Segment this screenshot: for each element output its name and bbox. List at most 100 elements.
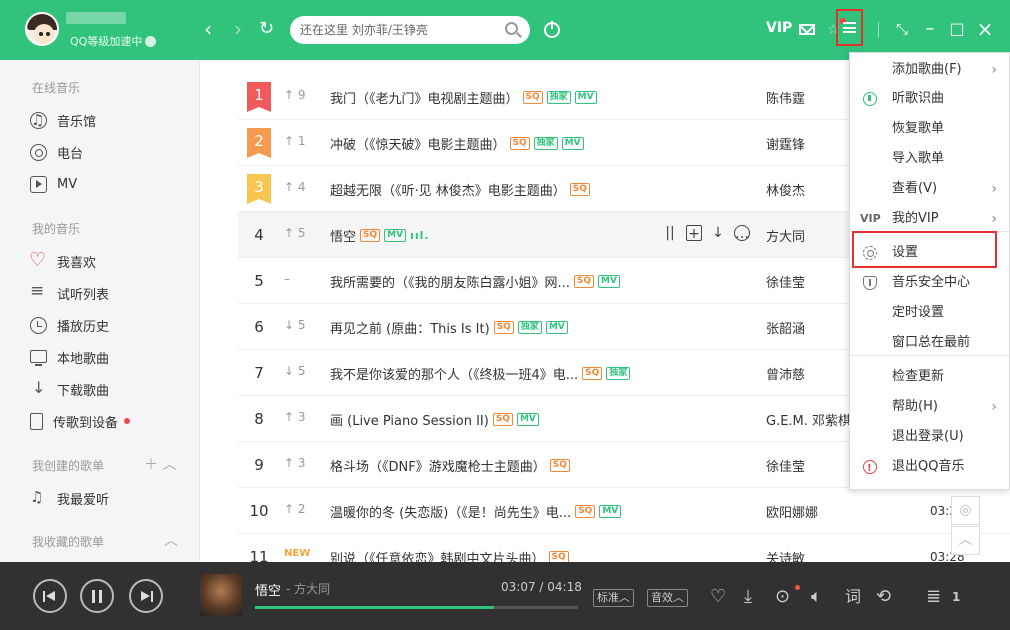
- next-button[interactable]: [129, 579, 163, 613]
- close-button[interactable]: ×: [975, 18, 995, 40]
- sidebar-item-music-hall[interactable]: 音乐馆: [30, 110, 96, 130]
- menu-item[interactable]: 听歌识曲: [850, 84, 1009, 114]
- song-title[interactable]: 我所需要的（《我的朋友陈白露小姐》网... SQ MV: [330, 272, 620, 291]
- singer-name[interactable]: 方大同: [766, 226, 805, 245]
- song-title[interactable]: 我门（《老九门》电视剧主题曲） SQ 独家 MV: [330, 88, 597, 107]
- back-button[interactable]: ‹: [204, 18, 212, 40]
- add-playlist-icon[interactable]: ＋: [144, 457, 158, 473]
- pause-icon[interactable]: ||: [662, 225, 678, 241]
- sidebar-item-transfer-device[interactable]: 传歌到设备: [30, 411, 131, 431]
- song-title-text[interactable]: 画 (Live Piano Session II): [330, 410, 489, 429]
- main-menu-button[interactable]: [836, 9, 863, 46]
- sidebar-item-favorites[interactable]: 我喜欢: [29, 249, 96, 271]
- sidebar-item-my-favorite-playlist[interactable]: 我最爱听: [30, 488, 109, 508]
- song-title-text[interactable]: 别说（《任意依恋》韩剧中文片头曲）: [330, 548, 545, 562]
- song-title[interactable]: 再见之前 (原曲：This Is It) SQ 独家 MV: [330, 318, 568, 337]
- maximize-button[interactable]: □: [947, 18, 967, 40]
- mv-badge[interactable]: MV: [574, 91, 597, 104]
- volume-icon[interactable]: 🔈︎: [811, 586, 822, 608]
- collapse-collected-icon[interactable]: ︿: [164, 530, 178, 550]
- user-avatar[interactable]: [25, 12, 59, 46]
- song-title-text[interactable]: 格斗场（《DNF》游戏魔枪士主题曲）: [330, 456, 546, 475]
- song-title-text[interactable]: 我门（《老九门》电视剧主题曲）: [330, 88, 519, 107]
- menu-item[interactable]: 导入歌单: [850, 144, 1009, 174]
- singer-name[interactable]: 林俊杰: [766, 180, 805, 199]
- mv-badge[interactable]: MV: [561, 137, 584, 150]
- sidebar-item-local-songs[interactable]: 本地歌曲: [30, 347, 109, 367]
- now-playing-title[interactable]: 悟空: [255, 580, 281, 599]
- table-row[interactable]: 10 ↑ 2 温暖你的冬 (失恋版)（《是！尚先生》电... SQ MV 欧阳娜娜: [238, 488, 1010, 534]
- download-icon[interactable]: ↓: [710, 225, 726, 241]
- song-title[interactable]: 温暖你的冬 (失恋版)（《是！尚先生》电... SQ MV: [330, 502, 622, 521]
- menu-item[interactable]: 音乐安全中心: [850, 268, 1009, 298]
- singer-name[interactable]: 张韶涵: [766, 318, 805, 337]
- menu-item[interactable]: 窗口总在最前: [850, 328, 1009, 358]
- menu-item[interactable]: 添加歌曲(F) ›: [850, 55, 1009, 85]
- menu-item[interactable]: 恢复歌单: [850, 114, 1009, 144]
- table-row[interactable]: 11 NEW 别说（《任意依恋》韩剧中文片头曲） SQ 关诗敏: [238, 534, 1010, 562]
- forward-button[interactable]: ›: [234, 18, 242, 40]
- singer-name[interactable]: 曾沛慈: [766, 364, 805, 383]
- singer-name[interactable]: 谢霆锋: [766, 134, 805, 153]
- queue-icon[interactable]: ≣: [926, 586, 941, 608]
- menu-item[interactable]: 定时设置: [850, 298, 1009, 328]
- mv-badge[interactable]: MV: [545, 321, 568, 334]
- locate-playing-button[interactable]: ◎: [951, 496, 980, 525]
- album-cover[interactable]: [200, 574, 242, 616]
- song-title-text[interactable]: 冲破（《惊天破》电影主题曲）: [330, 134, 506, 153]
- mv-badge[interactable]: MV: [598, 275, 620, 288]
- sidebar-item-downloads[interactable]: 下载歌曲: [30, 378, 109, 399]
- previous-button[interactable]: [33, 579, 67, 613]
- loop-icon[interactable]: ⟲: [876, 586, 891, 608]
- back-to-top-button[interactable]: ︿: [951, 526, 980, 555]
- menu-item[interactable]: 查看(V) ›: [850, 174, 1009, 204]
- refresh-button[interactable]: ↻: [259, 18, 274, 40]
- quality-button[interactable]: 标准︿: [593, 589, 634, 607]
- search-icon[interactable]: [505, 22, 518, 35]
- collapse-icon[interactable]: ︿: [162, 457, 176, 473]
- lyrics-icon[interactable]: 词: [845, 586, 861, 608]
- singer-name[interactable]: G.E.M. 邓紫棋: [766, 410, 851, 429]
- singer-name[interactable]: 关诗敏: [766, 548, 805, 562]
- singer-name[interactable]: 徐佳莹: [766, 272, 805, 291]
- song-title-text[interactable]: 悟空: [330, 226, 356, 245]
- menu-item[interactable]: VIP 我的VIP ›: [850, 204, 1009, 234]
- sound-effect-button[interactable]: 音效︿: [647, 589, 688, 607]
- power-icon[interactable]: [544, 21, 560, 38]
- pause-button[interactable]: [80, 579, 114, 613]
- add-icon[interactable]: +: [686, 225, 702, 242]
- more-icon[interactable]: ⊙: [775, 586, 790, 608]
- sidebar-item-trial-list[interactable]: 试听列表: [30, 281, 109, 303]
- sidebar-item-radio[interactable]: 电台: [30, 142, 83, 162]
- menu-item[interactable]: 退出QQ音乐: [850, 452, 1009, 484]
- search-input[interactable]: [300, 20, 500, 40]
- like-icon[interactable]: ♡: [710, 586, 726, 608]
- singer-name[interactable]: 陈伟霆: [766, 88, 805, 107]
- song-title-text[interactable]: 再见之前 (原曲：This Is It): [330, 318, 490, 337]
- song-title[interactable]: 悟空 SQ MV ııl.: [330, 226, 430, 245]
- progress-bar[interactable]: [255, 606, 578, 609]
- menu-item[interactable]: 退出登录(U): [850, 422, 1009, 452]
- mail-icon[interactable]: [799, 24, 815, 35]
- sidebar-item-history[interactable]: 播放历史: [30, 315, 109, 335]
- song-title[interactable]: 冲破（《惊天破》电影主题曲） SQ 独家 MV: [330, 134, 584, 153]
- mv-badge[interactable]: MV: [384, 229, 407, 242]
- username-blurred[interactable]: [66, 12, 126, 24]
- search-box[interactable]: [290, 16, 530, 44]
- song-title[interactable]: 我不是你该爱的那个人（《终极一班4》电... SQ 独家: [330, 364, 631, 383]
- now-playing-singer[interactable]: - 方大同: [286, 580, 330, 597]
- vip-button[interactable]: VIP: [766, 20, 792, 36]
- menu-item[interactable]: 帮助(H) ›: [850, 392, 1009, 422]
- mini-mode-icon[interactable]: ⤡: [892, 18, 912, 40]
- song-title-text[interactable]: 温暖你的冬 (失恋版)（《是！尚先生》电...: [330, 502, 571, 521]
- menu-item[interactable]: 检查更新: [850, 362, 1009, 392]
- song-title[interactable]: 画 (Live Piano Session II) SQ MV: [330, 410, 539, 429]
- user-level[interactable]: QQ等级加速中: [70, 33, 157, 49]
- sidebar-item-mv[interactable]: MV: [30, 174, 77, 194]
- mv-badge[interactable]: MV: [516, 413, 539, 426]
- song-title-text[interactable]: 超越无限（《听·见 林俊杰》电影主题曲）: [330, 180, 566, 199]
- song-title[interactable]: 别说（《任意依恋》韩剧中文片头曲） SQ: [330, 548, 569, 562]
- song-title-text[interactable]: 我不是你该爱的那个人（《终极一班4》电...: [330, 364, 578, 383]
- song-title[interactable]: 超越无限（《听·见 林俊杰》电影主题曲） SQ: [330, 180, 590, 199]
- minimize-button[interactable]: –: [920, 18, 940, 40]
